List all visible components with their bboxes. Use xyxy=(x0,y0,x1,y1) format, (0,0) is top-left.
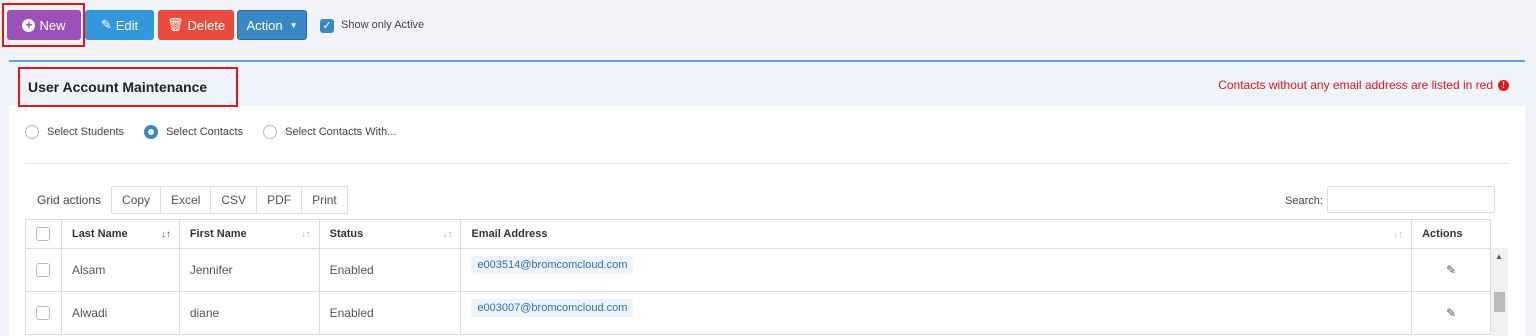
new-button[interactable]: + New xyxy=(7,10,81,40)
email-cell: e003007@bromcomcloud.com xyxy=(461,292,1413,334)
pdf-button[interactable]: PDF xyxy=(257,186,303,214)
status-cell: Enabled xyxy=(320,292,462,334)
first-name-cell: diane xyxy=(180,292,320,334)
header-first-name[interactable]: First Name ↓↑ xyxy=(180,220,320,248)
print-button[interactable]: Print xyxy=(302,186,348,214)
grid-actions-label: Grid actions xyxy=(37,193,102,207)
csv-button[interactable]: CSV xyxy=(211,186,258,214)
header-label: Last Name xyxy=(71,228,128,240)
grid-actions: Grid actions Copy Excel CSV PDF Print xyxy=(27,186,348,214)
delete-button-label: Delete xyxy=(187,17,226,33)
first-name-cell: Jennifer xyxy=(180,249,320,291)
edit-button-label: Edit xyxy=(115,17,139,33)
select-all-checkbox[interactable] xyxy=(36,227,50,241)
header-label: Actions xyxy=(1422,228,1463,240)
radio-label-contacts: Select Contacts xyxy=(166,126,244,138)
caret-down-icon: ▼ xyxy=(289,20,298,30)
red-contacts-note: Contacts without any email address are l… xyxy=(1218,78,1509,92)
scroll-thumb[interactable] xyxy=(1494,292,1505,312)
page-title: User Account Maintenance xyxy=(18,67,238,107)
last-name-cell: Alsam xyxy=(62,249,180,291)
user-table: Last Name ↓↑ First Name ↓↑ Status ↓↑ Email … xyxy=(25,219,1491,335)
delete-button[interactable]: 🗑 Delete xyxy=(158,10,234,40)
show-active-label: Show only Active xyxy=(341,19,425,31)
plus-circle-icon: + xyxy=(22,18,36,32)
edit-icon[interactable]: ✎ xyxy=(1446,263,1456,277)
sort-icon: ↓↑ xyxy=(1393,228,1404,240)
info-icon: ! xyxy=(1498,79,1509,91)
panel-header: User Account Maintenance Contacts withou… xyxy=(9,62,1525,107)
action-button-label: Action xyxy=(246,17,283,33)
sort-icon: ↓↑ xyxy=(160,228,171,240)
table-header: Last Name ↓↑ First Name ↓↑ Status ↓↑ Email … xyxy=(25,219,1491,249)
vertical-scrollbar[interactable]: ▲ xyxy=(1491,248,1508,336)
radio-label-contacts-with: Select Contacts With... xyxy=(285,126,397,138)
sort-icon: ↓↑ xyxy=(300,228,311,240)
row-checkbox-cell xyxy=(26,292,62,334)
header-email[interactable]: Email Address ↓↑ xyxy=(461,220,1413,248)
actions-cell: ✎ xyxy=(1412,249,1490,291)
header-status[interactable]: Status ↓↑ xyxy=(320,220,462,248)
excel-button[interactable]: Excel xyxy=(161,186,212,214)
sort-icon: ↓↑ xyxy=(442,228,453,240)
row-checkbox[interactable] xyxy=(36,306,50,320)
email-link[interactable]: e003514@bromcomcloud.com xyxy=(471,256,634,274)
header-last-name[interactable]: Last Name ↓↑ xyxy=(62,220,180,248)
edit-button[interactable]: ✎ Edit xyxy=(85,10,154,40)
edit-icon[interactable]: ✎ xyxy=(1446,306,1456,320)
header-label: Email Address xyxy=(471,228,548,240)
edit-icon: ✎ xyxy=(100,17,112,32)
copy-button[interactable]: Copy xyxy=(111,186,162,214)
trash-icon: 🗑 xyxy=(166,17,184,32)
user-account-panel: User Account Maintenance Contacts withou… xyxy=(9,60,1525,336)
table-row[interactable]: Alwadi diane Enabled e003007@bromcomclou… xyxy=(25,292,1491,335)
row-checkbox-cell xyxy=(26,249,62,291)
toolbar: + New ✎ Edit 🗑 Delete Action ▼ ✓ Show on… xyxy=(0,0,1536,56)
table-row[interactable]: Alsam Jennifer Enabled e003514@bromcomcl… xyxy=(25,249,1491,292)
radio-select-contacts-with[interactable] xyxy=(263,125,278,139)
radio-select-students[interactable] xyxy=(25,125,39,139)
select-all-cell xyxy=(26,220,62,248)
note-text: Contacts without any email address are l… xyxy=(1218,78,1493,92)
header-actions: Actions xyxy=(1412,220,1490,248)
selection-radio-group: Select Students Select Contacts Select C… xyxy=(25,125,416,139)
search-input[interactable] xyxy=(1327,186,1495,213)
action-dropdown-button[interactable]: Action ▼ xyxy=(237,10,307,40)
show-active-checkbox[interactable]: ✓ xyxy=(320,19,334,33)
last-name-cell: Alwadi xyxy=(62,292,180,334)
header-label: First Name xyxy=(189,228,247,240)
actions-cell: ✎ xyxy=(1412,292,1490,334)
header-label: Status xyxy=(329,228,364,240)
scroll-up-icon[interactable]: ▲ xyxy=(1495,252,1503,261)
radio-label-students: Select Students xyxy=(47,126,125,138)
email-link[interactable]: e003007@bromcomcloud.com xyxy=(471,299,634,317)
email-cell: e003514@bromcomcloud.com xyxy=(461,249,1413,291)
divider xyxy=(25,163,1509,164)
new-button-label: New xyxy=(39,17,66,33)
radio-select-contacts[interactable] xyxy=(144,125,159,139)
search-label: Search: xyxy=(1285,195,1323,207)
status-cell: Enabled xyxy=(320,249,462,291)
row-checkbox[interactable] xyxy=(36,263,50,277)
